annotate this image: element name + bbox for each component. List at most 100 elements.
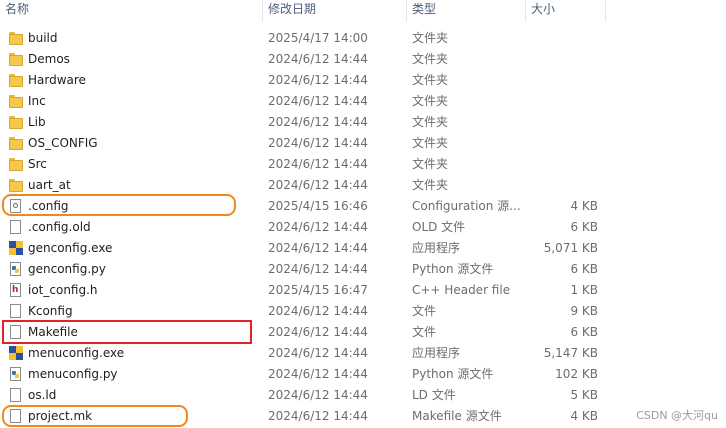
exe-icon (9, 346, 23, 361)
python-file-icon (9, 262, 23, 277)
file-name: uart_at (28, 178, 71, 192)
column-header-type[interactable]: 类型 (407, 0, 526, 22)
annotation-orange-circle-project-mk (2, 405, 188, 427)
file-row[interactable]: os.ld 2024/6/12 14:44 LD 文件 5 KB (0, 385, 606, 406)
folder-icon (9, 73, 23, 88)
folder-icon (9, 31, 23, 46)
folder-icon (9, 115, 23, 130)
file-size: 1 KB (570, 283, 598, 297)
file-name: os.ld (28, 388, 57, 402)
file-row[interactable]: Lib 2024/6/12 14:44 文件夹 (0, 112, 606, 133)
file-date-modified: 2024/6/12 14:44 (268, 262, 368, 276)
file-row[interactable]: genconfig.exe 2024/6/12 14:44 应用程序 5,071 KB (0, 238, 606, 259)
file-date-modified: 2024/6/12 14:44 (268, 241, 368, 255)
file-date-modified: 2024/6/12 14:44 (268, 73, 368, 87)
file-type: 文件夹 (412, 94, 449, 108)
file-date-modified: 2025/4/15 16:46 (268, 199, 368, 213)
file-name: Demos (28, 52, 70, 66)
file-type: 文件 (412, 325, 437, 339)
file-size: 4 KB (570, 409, 598, 423)
file-type: 文件 (412, 304, 437, 318)
file-type: Makefile 源文件 (412, 409, 502, 423)
file-type: 文件夹 (412, 115, 449, 129)
file-type: LD 文件 (412, 388, 456, 402)
file-row[interactable]: genconfig.py 2024/6/12 14:44 Python 源文件 6 K… (0, 259, 606, 280)
file-name: menuconfig.py (28, 367, 118, 381)
file-type: Python 源文件 (412, 367, 494, 381)
file-row[interactable]: h iot_config.h 2025/4/15 16:47 C++ Header f… (0, 280, 606, 301)
file-type: C++ Header file (412, 283, 511, 297)
file-row[interactable]: build 2025/4/17 14:00 文件夹 (0, 28, 606, 49)
file-name: Lib (28, 115, 46, 129)
header-file-icon: h (9, 283, 23, 298)
file-name: build (28, 31, 58, 45)
file-row[interactable]: OS_CONFIG 2024/6/12 14:44 文件夹 (0, 133, 606, 154)
python-file-icon (9, 367, 23, 382)
file-date-modified: 2024/6/12 14:44 (268, 178, 368, 192)
blank-file-icon (9, 304, 23, 319)
file-size: 102 KB (555, 367, 598, 381)
file-date-modified: 2024/6/12 14:44 (268, 346, 368, 360)
file-row[interactable]: Hardware 2024/6/12 14:44 文件夹 (0, 70, 606, 91)
file-date-modified: 2024/6/12 14:44 (268, 94, 368, 108)
file-size: 5 KB (570, 388, 598, 402)
file-type: Python 源文件 (412, 262, 494, 276)
watermark: CSDN @大河qu (636, 409, 718, 422)
file-date-modified: 2024/6/12 14:44 (268, 136, 368, 150)
folder-icon (9, 178, 23, 193)
file-size: 6 KB (570, 220, 598, 234)
file-row[interactable]: Kconfig 2024/6/12 14:44 文件 9 KB (0, 301, 606, 322)
folder-icon (9, 157, 23, 172)
file-name: .config.old (28, 220, 91, 234)
annotation-red-box-makefile (2, 320, 252, 344)
file-name: Src (28, 157, 47, 171)
column-header-date-modified[interactable]: 修改日期 (263, 0, 407, 22)
blank-file-icon (9, 220, 23, 235)
file-date-modified: 2024/6/12 14:44 (268, 388, 368, 402)
column-header-size[interactable]: 大小 (526, 0, 606, 22)
column-header-bar: 名称 修改日期 类型 大小 (0, 0, 726, 22)
file-name: OS_CONFIG (28, 136, 98, 150)
file-type: 应用程序 (412, 346, 461, 360)
file-name: Kconfig (28, 304, 73, 318)
file-date-modified: 2025/4/17 14:00 (268, 31, 368, 45)
file-size: 9 KB (570, 304, 598, 318)
file-type: 文件夹 (412, 52, 449, 66)
file-name: genconfig.py (28, 262, 106, 276)
file-row[interactable]: menuconfig.py 2024/6/12 14:44 Python 源文件 10… (0, 364, 606, 385)
file-row[interactable]: .config.old 2024/6/12 14:44 OLD 文件 6 KB (0, 217, 606, 238)
file-date-modified: 2024/6/12 14:44 (268, 52, 368, 66)
file-type: OLD 文件 (412, 220, 466, 234)
blank-file-icon (9, 388, 23, 403)
folder-icon (9, 52, 23, 67)
file-row[interactable]: uart_at 2024/6/12 14:44 文件夹 (0, 175, 606, 196)
file-date-modified: 2024/6/12 14:44 (268, 157, 368, 171)
file-row[interactable]: Src 2024/6/12 14:44 文件夹 (0, 154, 606, 175)
file-name: genconfig.exe (28, 241, 113, 255)
file-date-modified: 2024/6/12 14:44 (268, 220, 368, 234)
file-date-modified: 2024/6/12 14:44 (268, 367, 368, 381)
folder-icon (9, 136, 23, 151)
file-date-modified: 2024/6/12 14:44 (268, 325, 368, 339)
exe-icon (9, 241, 23, 256)
file-row[interactable]: Demos 2024/6/12 14:44 文件夹 (0, 49, 606, 70)
file-type: 文件夹 (412, 136, 449, 150)
file-size: 5,071 KB (543, 241, 598, 255)
file-date-modified: 2024/6/12 14:44 (268, 115, 368, 129)
file-size: 6 KB (570, 325, 598, 339)
file-date-modified: 2025/4/15 16:47 (268, 283, 368, 297)
file-type: 文件夹 (412, 157, 449, 171)
annotation-orange-circle-config (2, 194, 236, 216)
file-name: Inc (28, 94, 46, 108)
file-date-modified: 2024/6/12 14:44 (268, 304, 368, 318)
column-header-name[interactable]: 名称 (0, 0, 263, 22)
file-size: 5,147 KB (543, 346, 598, 360)
file-name: iot_config.h (28, 283, 98, 297)
file-row[interactable]: Inc 2024/6/12 14:44 文件夹 (0, 91, 606, 112)
file-size: 6 KB (570, 262, 598, 276)
file-list: build 2025/4/17 14:00 文件夹 Demos 2024/6/12 14… (0, 28, 726, 427)
file-type: 应用程序 (412, 241, 461, 255)
file-size: 4 KB (570, 199, 598, 213)
file-type: 文件夹 (412, 73, 449, 87)
file-row[interactable]: menuconfig.exe 2024/6/12 14:44 应用程序 5,147 K… (0, 343, 606, 364)
